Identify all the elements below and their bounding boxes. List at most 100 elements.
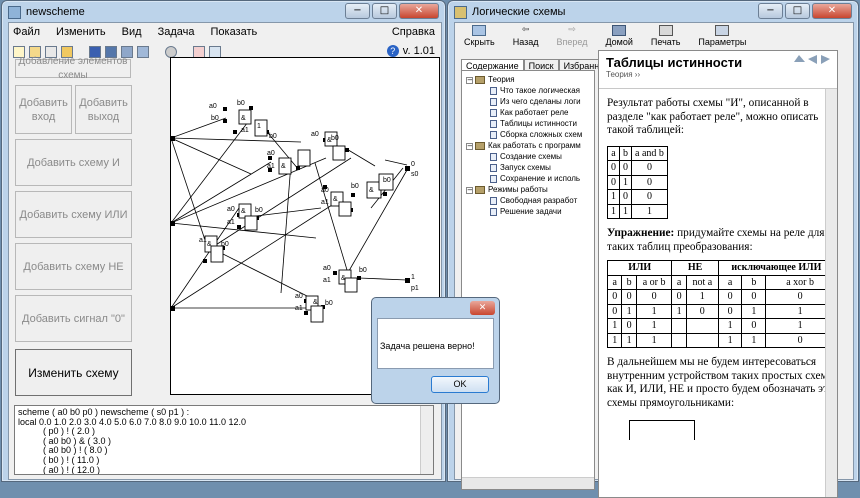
table-cell xyxy=(671,332,687,348)
table-cell: 0 xyxy=(671,289,687,305)
tree-book-theory[interactable]: − Теория xyxy=(466,75,515,85)
tree-item[interactable]: Сборка сложных схем xyxy=(490,130,582,140)
add-zero-button[interactable]: Добавить сигнал "0" xyxy=(15,295,132,342)
back-button[interactable]: ⇦ Назад xyxy=(504,23,548,47)
svg-text:1: 1 xyxy=(257,123,261,130)
maximize-button[interactable]: □ xyxy=(785,3,810,19)
options-icon xyxy=(715,25,730,36)
table-cell: 0 xyxy=(619,160,632,176)
page-icon xyxy=(490,153,497,161)
menu-file[interactable]: Файл xyxy=(13,26,40,38)
table-cell: 1 xyxy=(635,318,673,334)
table-group-header: ИЛИ xyxy=(606,260,673,276)
svg-text:b0: b0 xyxy=(331,135,339,142)
home-button[interactable]: Домой xyxy=(596,23,641,47)
tree-item[interactable]: Создание схемы xyxy=(490,152,562,162)
tree-item[interactable]: Сохранение и исполь xyxy=(490,174,580,184)
page-icon xyxy=(490,109,497,117)
table-header-cell: b xyxy=(619,145,632,161)
tree-item[interactable]: Как работает реле xyxy=(490,108,568,118)
table-row: 111110 xyxy=(606,332,835,348)
close-button[interactable]: ✕ xyxy=(812,3,852,19)
svg-text:&: & xyxy=(207,241,212,248)
table-cell: 1 xyxy=(606,332,623,348)
svg-text:a1: a1 xyxy=(241,127,249,134)
table-cell: 1 xyxy=(635,332,673,348)
code-scrollbar[interactable] xyxy=(420,406,433,474)
svg-text:&: & xyxy=(241,115,246,122)
tree-item[interactable]: Из чего сделаны логи xyxy=(490,97,581,107)
svg-text:b0: b0 xyxy=(269,133,277,140)
print-button[interactable]: Печать xyxy=(642,23,689,47)
table-cell: 0 xyxy=(606,303,623,319)
tree-item-selected[interactable]: Таблицы истинности xyxy=(490,119,577,129)
tree-item[interactable]: Запуск схемы xyxy=(490,163,551,173)
tree-item[interactable]: Решение задачи xyxy=(490,207,562,217)
edit-scheme-button[interactable]: Изменить схему xyxy=(15,349,132,396)
table-cell: 1 xyxy=(635,303,673,319)
table-cell: 0 xyxy=(741,318,767,334)
menu-edit[interactable]: Изменить xyxy=(56,26,106,38)
table-cell: 1 xyxy=(619,203,632,219)
svg-text:&: & xyxy=(313,299,318,306)
maximize-button[interactable]: □ xyxy=(372,3,397,19)
menu-help[interactable]: Справка xyxy=(392,26,435,38)
svg-text:a1: a1 xyxy=(323,277,331,284)
add-and-button[interactable]: Добавить схему И xyxy=(15,139,132,186)
svg-text:a0: a0 xyxy=(311,131,319,138)
version-label: v. 1.01 xyxy=(402,45,435,57)
topic-title: Таблицы истинности xyxy=(606,55,743,70)
window-title: Логические схемы xyxy=(472,6,566,18)
menu-view[interactable]: Вид xyxy=(122,26,142,38)
table-header-cell: a xyxy=(717,274,743,290)
table-cell: 1 xyxy=(685,289,719,305)
table-cell: 0 xyxy=(631,189,668,205)
table-cell xyxy=(685,332,719,348)
ok-button[interactable]: OK xyxy=(431,376,489,393)
next-arrow-icon[interactable] xyxy=(821,55,832,64)
add-or-button[interactable]: Добавить схему ИЛИ xyxy=(15,191,132,238)
page-icon xyxy=(490,208,497,216)
prev-arrow-icon[interactable] xyxy=(808,55,819,64)
scheme-code-textarea[interactable]: scheme ( a0 b0 p0 ) newscheme ( s0 p1 ) … xyxy=(14,405,434,475)
tree-item[interactable]: Свободная разработ xyxy=(490,196,577,206)
forward-button[interactable]: ⇨ Вперед xyxy=(548,23,597,47)
table-header-cell: a xyxy=(606,274,623,290)
table-cell: 1 xyxy=(621,303,637,319)
up-arrow-icon[interactable] xyxy=(794,55,805,64)
svg-text:b0: b0 xyxy=(359,267,367,274)
menu-show[interactable]: Показать xyxy=(210,26,257,38)
dialog-close-button[interactable]: ✕ xyxy=(470,301,495,315)
table-row: 101101 xyxy=(606,318,835,334)
code-line: ( a0 ) ! ( 12.0 ) xyxy=(18,464,101,475)
options-button[interactable]: Параметры xyxy=(689,23,755,47)
page-icon xyxy=(490,87,497,95)
message-dialog: ✕ Задача решена верно! OK xyxy=(371,297,500,404)
topic-scrollbar[interactable] xyxy=(825,89,837,497)
scheme-icon[interactable] xyxy=(137,46,149,58)
menu-task[interactable]: Задача xyxy=(158,26,195,38)
add-not-button[interactable]: Добавить схему НЕ xyxy=(15,243,132,290)
close-button[interactable]: ✕ xyxy=(399,3,439,19)
help-icon[interactable]: ? xyxy=(386,45,399,57)
minimize-button[interactable]: − xyxy=(758,3,783,19)
table-cell: 1 xyxy=(671,303,687,319)
tree-item[interactable]: Что такое логическая xyxy=(490,86,580,96)
svg-text:a0: a0 xyxy=(267,150,275,157)
paragraph: Результат работы схемы "И", описанной в … xyxy=(607,97,819,136)
breadcrumb[interactable]: Теория ›› xyxy=(606,70,640,79)
tree-book-modes[interactable]: − Режимы работы xyxy=(466,185,548,195)
table-header-cell: a xyxy=(607,145,620,161)
table-cell: 1 xyxy=(717,318,743,334)
hide-button[interactable]: Скрыть xyxy=(455,23,504,47)
table-header-cell: a or b xyxy=(635,274,673,290)
tree-hscrollbar[interactable] xyxy=(462,477,594,489)
tree-book-program[interactable]: − Как работать с программ xyxy=(466,141,581,151)
table-cell xyxy=(685,318,719,334)
minimize-button[interactable]: − xyxy=(345,3,370,19)
add-input-button[interactable]: Добавить вход xyxy=(15,85,72,134)
add-output-button[interactable]: Добавить выход xyxy=(75,85,132,134)
table-row: 000 xyxy=(607,160,668,176)
table-header-cell: a and b xyxy=(631,145,668,161)
topic-header: Таблицы истинности Теория ›› xyxy=(599,51,837,89)
